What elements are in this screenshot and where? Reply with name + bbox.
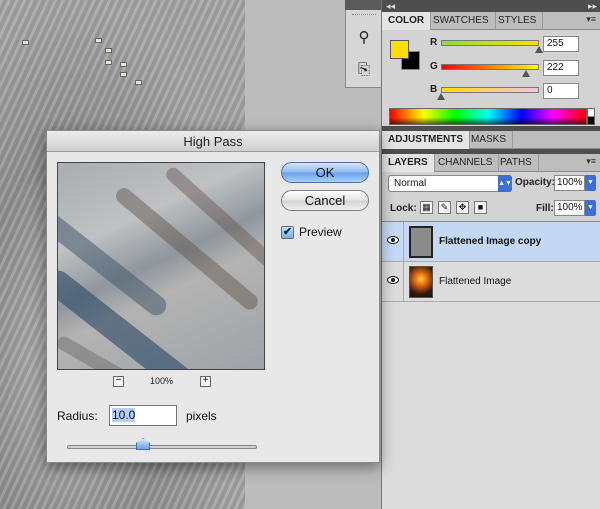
layers-panel-tabs: LAYERS CHANNELS PATHS ▾≡ — [382, 154, 600, 172]
opacity-label: Opacity: — [515, 177, 556, 188]
layer-thumbnail — [409, 266, 433, 298]
collapse-left-icon[interactable]: ◂◂ — [386, 1, 395, 11]
red-slider-thumb[interactable] — [535, 46, 543, 53]
lock-transparent-icon[interactable]: ▦ — [420, 201, 433, 214]
canvas-detail — [22, 40, 29, 45]
preview-checkbox[interactable]: ✔ — [281, 226, 294, 239]
radius-slider-thumb[interactable] — [136, 438, 150, 450]
canvas-detail — [120, 72, 127, 77]
visibility-toggle[interactable] — [382, 222, 404, 262]
black-white-picker[interactable] — [587, 108, 595, 125]
opacity-field[interactable]: 100% — [554, 175, 585, 191]
tab-swatches[interactable]: SWATCHES — [427, 12, 496, 30]
move-lock-icon[interactable]: ✥ — [456, 201, 469, 214]
lock-label: Lock: — [390, 203, 417, 214]
red-slider[interactable] — [441, 40, 539, 46]
channel-label-r: R — [430, 37, 438, 48]
tab-channels[interactable]: CHANNELS — [432, 154, 500, 172]
tab-paths[interactable]: PATHS — [494, 154, 539, 172]
blend-mode-value: Normal — [394, 178, 427, 189]
radius-slider[interactable] — [67, 445, 257, 449]
tab-layers[interactable]: LAYERS — [382, 154, 435, 172]
high-pass-dialog: High Pass − 100% + OK Cancel ✔ Preview R… — [46, 130, 380, 463]
stamp-tool-icon[interactable]: ⎘ — [354, 60, 374, 80]
foreground-color-swatch[interactable] — [390, 40, 409, 59]
filter-preview[interactable] — [57, 162, 265, 370]
channel-label-g: G — [430, 61, 438, 72]
tools-header — [345, 0, 381, 10]
tab-styles[interactable]: STYLES — [492, 12, 544, 30]
grip-handle[interactable] — [352, 14, 376, 17]
type-mask-tool-icon[interactable]: ⚲ — [354, 28, 374, 48]
tab-masks[interactable]: MASKS — [465, 131, 514, 149]
green-slider-thumb[interactable] — [522, 70, 531, 77]
panel-menu-icon[interactable]: ▾≡ — [586, 156, 596, 167]
preview-label: Preview — [299, 225, 342, 239]
fill-label: Fill: — [536, 203, 554, 214]
dock-header: ◂◂ ▸▸ — [382, 0, 600, 12]
zoom-level: 100% — [150, 376, 174, 386]
blue-value-field[interactable]: 0 — [543, 83, 579, 99]
cancel-button[interactable]: Cancel — [281, 190, 369, 211]
eye-icon — [387, 236, 399, 244]
brush-lock-icon[interactable]: ✎ — [438, 201, 451, 214]
tab-color[interactable]: COLOR — [382, 12, 432, 30]
green-value-field[interactable]: 222 — [543, 60, 579, 76]
canvas-detail — [105, 48, 112, 53]
canvas-detail — [120, 62, 127, 67]
layer-name: Flattened Image copy — [439, 236, 542, 247]
red-value-field[interactable]: 255 — [543, 36, 579, 52]
canvas-detail — [95, 38, 102, 43]
updown-arrow-icon: ▲▼ — [498, 175, 512, 192]
color-spectrum-bar[interactable] — [389, 108, 587, 125]
radius-input[interactable]: 10.0 — [109, 405, 177, 426]
tool-strip: ⚲ ⎘ — [345, 10, 381, 88]
zoom-in-button[interactable]: + — [200, 376, 211, 387]
radius-unit-label: pixels — [186, 409, 217, 423]
zoom-out-button[interactable]: − — [113, 376, 124, 387]
eye-icon — [387, 276, 399, 284]
collapse-right-icon[interactable]: ▸▸ — [588, 1, 597, 11]
fill-field[interactable]: 100% — [554, 200, 585, 216]
dialog-title[interactable]: High Pass — [47, 131, 379, 152]
opacity-dropdown-icon[interactable]: ▼ — [585, 175, 596, 191]
tab-adjustments[interactable]: ADJUSTMENTS — [382, 131, 471, 149]
layers-list: Flattened Image copy Flattened Image — [382, 221, 600, 509]
blue-slider-thumb[interactable] — [437, 93, 445, 100]
layer-name: Flattened Image — [439, 276, 512, 287]
layer-thumbnail — [409, 226, 433, 258]
blend-mode-select[interactable]: Normal ▲▼ — [388, 175, 512, 192]
panel-menu-icon[interactable]: ▾≡ — [586, 14, 596, 25]
layer-row[interactable]: Flattened Image — [382, 262, 600, 302]
canvas-detail — [135, 80, 142, 85]
fill-dropdown-icon[interactable]: ▼ — [585, 200, 596, 216]
preview-texture — [163, 164, 264, 269]
padlock-icon[interactable]: ■ — [474, 201, 487, 214]
blue-slider[interactable] — [441, 87, 539, 93]
layer-row[interactable]: Flattened Image copy — [382, 222, 600, 262]
panel-dock: ◂◂ ▸▸ COLOR SWATCHES STYLES ▾≡ R 255 G 2… — [381, 0, 600, 509]
visibility-toggle[interactable] — [382, 262, 404, 302]
radius-label: Radius: — [57, 409, 98, 423]
adjustments-panel-tabs: ADJUSTMENTS MASKS — [382, 131, 600, 149]
radius-value: 10.0 — [112, 408, 136, 422]
canvas-detail — [105, 60, 112, 65]
ok-button[interactable]: OK — [281, 162, 369, 183]
color-panel-tabs: COLOR SWATCHES STYLES ▾≡ — [382, 12, 600, 30]
